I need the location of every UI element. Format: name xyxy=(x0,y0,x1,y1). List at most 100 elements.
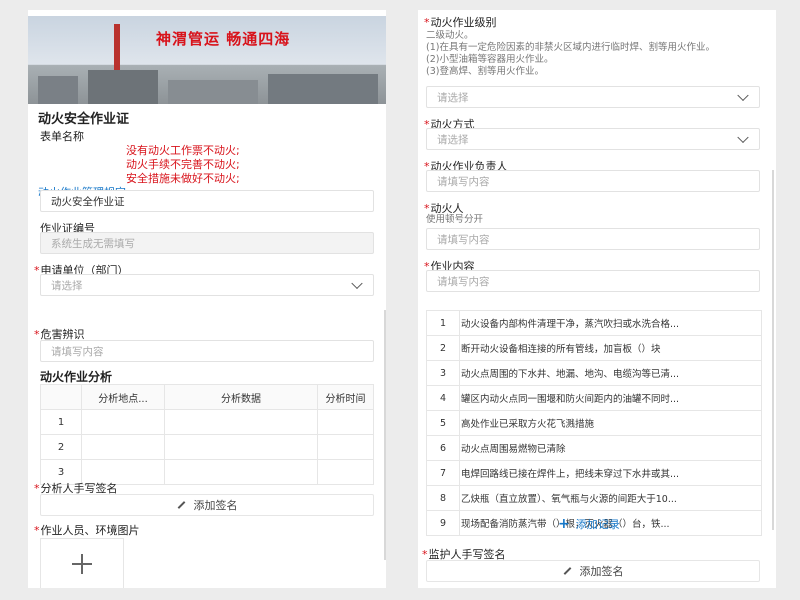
row-text[interactable]: 断开动火设备相连接的所有管线，加盲板（）块 xyxy=(459,335,762,361)
left-panel: 神渭管运 畅通四海 动火安全作业证 表单名称 没有动火工作票不动火; 动火手续不… xyxy=(28,10,386,588)
form-name-field[interactable]: 动火安全作业证 xyxy=(40,190,374,212)
table-row[interactable]: 3 动火点周围的下水井、地漏、地沟、电缆沟等已清... xyxy=(426,360,762,386)
row-text[interactable]: 动火设备内部构件清理干净，蒸汽吹扫或水洗合格... xyxy=(459,310,762,336)
banner-image: 神渭管运 畅通四海 xyxy=(28,16,386,104)
required-mark: * xyxy=(34,482,40,495)
hazard-placeholder: 请填写内容 xyxy=(51,345,104,358)
add-record-button[interactable]: + 添加记录 xyxy=(558,516,620,532)
row-text[interactable]: 罐区内动火点同一围堰和防火间距内的油罐不同时... xyxy=(459,385,762,411)
building-graphic xyxy=(268,74,378,104)
table-cell[interactable] xyxy=(317,409,374,435)
warning-line-3: 安全措施未做好不动火; xyxy=(126,172,240,185)
level-placeholder: 请选择 xyxy=(437,91,469,104)
row-number: 3 xyxy=(426,360,460,386)
level-label: *动火作业级别 xyxy=(424,14,497,30)
form-name-label: 表单名称 xyxy=(40,130,84,143)
table-row[interactable]: 4 罐区内动火点同一围堰和防火间距内的油罐不同时... xyxy=(426,385,762,411)
table-cell[interactable] xyxy=(317,459,374,485)
row-number: 9 xyxy=(426,510,460,536)
table-row[interactable]: 2 断开动火设备相连接的所有管线，加盲板（）块 xyxy=(426,335,762,361)
right-panel: *动火作业级别 二级动火。 (1)在具有一定危险因素的非禁火区域内进行临时焊、割… xyxy=(418,10,776,588)
method-placeholder: 请选择 xyxy=(437,133,469,146)
table-row[interactable]: 5 高处作业已采取方火花飞溅措施 xyxy=(426,410,762,436)
permit-no-placeholder: 系统生成无需填写 xyxy=(51,237,135,250)
add-record-label: 添加记录 xyxy=(575,518,620,531)
form-title: 动火安全作业证 xyxy=(38,112,130,127)
analyst-add-signature-button[interactable]: 添加签名 xyxy=(40,494,374,516)
plus-icon: + xyxy=(558,516,570,532)
table-row[interactable]: 6 动火点周围易燃物已清除 xyxy=(426,435,762,461)
row-number: 2 xyxy=(426,335,460,361)
method-select[interactable]: 请选择 xyxy=(426,128,760,150)
supervisor-add-signature-button[interactable]: 添加签名 xyxy=(426,560,760,582)
analysis-title: 动火作业分析 xyxy=(40,370,113,384)
analysis-header-index xyxy=(40,384,82,410)
table-cell[interactable] xyxy=(164,409,318,435)
row-text[interactable]: 乙炔瓶（直立放置）、氧气瓶与火源的间距大于10... xyxy=(459,485,762,511)
worker-placeholder: 请填写内容 xyxy=(437,233,490,246)
plus-icon xyxy=(72,554,92,574)
worker-hint: 使用顿号分开 xyxy=(426,214,484,225)
level-description: 二级动火。 (1)在具有一定危险因素的非禁火区域内进行临时焊、割等用火作业。 (… xyxy=(426,30,715,78)
form-name-value: 动火安全作业证 xyxy=(51,195,125,208)
content-placeholder: 请填写内容 xyxy=(437,275,490,288)
row-number: 8 xyxy=(426,485,460,511)
row-text[interactable]: 电焊回路线已接在焊件上，把线未穿过下水井或其... xyxy=(459,460,762,486)
required-mark: * xyxy=(34,264,40,277)
required-mark: * xyxy=(424,16,430,29)
table-cell[interactable] xyxy=(317,434,374,460)
applicant-unit-select[interactable]: 请选择 xyxy=(40,274,374,296)
row-number: 5 xyxy=(426,410,460,436)
table-cell[interactable] xyxy=(81,434,165,460)
photos-label-text: 作业人员、环境图片 xyxy=(40,524,140,537)
row-text[interactable]: 动火点周围的下水井、地漏、地沟、电缆沟等已清... xyxy=(459,360,762,386)
checklist-table: 1 动火设备内部构件清理干净，蒸汽吹扫或水洗合格... 2 断开动火设备相连接的所有… xyxy=(426,310,762,536)
level-select[interactable]: 请选择 xyxy=(426,86,760,108)
table-row[interactable]: 1 动火设备内部构件清理干净，蒸汽吹扫或水洗合格... xyxy=(426,310,762,336)
analysis-header-row: 分析地点... 分析数据 分析时间 xyxy=(40,384,374,410)
applicant-unit-placeholder: 请选择 xyxy=(51,279,83,292)
row-index: 1 xyxy=(40,409,82,435)
row-number: 6 xyxy=(426,435,460,461)
owner-placeholder: 请填写内容 xyxy=(437,175,490,188)
analysis-header-location: 分析地点... xyxy=(81,384,165,410)
row-index: 2 xyxy=(40,434,82,460)
table-row[interactable]: 7 电焊回路线已接在焊件上，把线未穿过下水井或其... xyxy=(426,460,762,486)
pen-icon xyxy=(563,567,571,575)
table-cell[interactable] xyxy=(164,434,318,460)
level-desc-line: (1)在具有一定危险因素的非禁火区域内进行临时焊、割等用火作业。 xyxy=(426,42,715,53)
permit-no-field: 系统生成无需填写 xyxy=(40,232,374,254)
chevron-down-icon xyxy=(737,131,749,144)
chevron-down-icon xyxy=(737,89,749,102)
owner-input[interactable]: 请填写内容 xyxy=(426,170,760,192)
row-number: 4 xyxy=(426,385,460,411)
add-photo-button[interactable] xyxy=(40,538,124,588)
banner-slogan: 神渭管运 畅通四海 xyxy=(156,30,291,48)
table-row[interactable]: 2 xyxy=(40,434,374,460)
add-signature-label: 添加签名 xyxy=(579,565,624,578)
row-text[interactable]: 动火点周围易燃物已清除 xyxy=(459,435,762,461)
table-cell[interactable] xyxy=(81,409,165,435)
add-signature-label: 添加签名 xyxy=(193,499,238,512)
building-graphic xyxy=(38,76,78,104)
level-label-text: 动火作业级别 xyxy=(430,16,497,29)
scrollbar[interactable] xyxy=(384,310,386,560)
scrollbar[interactable] xyxy=(772,170,774,530)
required-mark: * xyxy=(34,524,40,537)
level-desc-line: (2)小型油箱等容器用火作业。 xyxy=(426,54,554,65)
row-number: 7 xyxy=(426,460,460,486)
worker-input[interactable]: 请填写内容 xyxy=(426,228,760,250)
building-graphic xyxy=(88,70,158,104)
row-text[interactable]: 高处作业已采取方火花飞溅措施 xyxy=(459,410,762,436)
analysis-table: 分析地点... 分析数据 分析时间 1 2 3 xyxy=(40,384,374,485)
table-row[interactable]: 8 乙炔瓶（直立放置）、氧气瓶与火源的间距大于10... xyxy=(426,485,762,511)
pen-icon xyxy=(177,501,185,509)
level-desc-line: (3)登高焊、割等用火作业。 xyxy=(426,66,544,77)
table-row[interactable]: 1 xyxy=(40,409,374,435)
hazard-input[interactable]: 请填写内容 xyxy=(40,340,374,362)
building-graphic xyxy=(168,80,258,104)
content-input[interactable]: 请填写内容 xyxy=(426,270,760,292)
analysis-header-data: 分析数据 xyxy=(164,384,318,410)
table-cell[interactable] xyxy=(164,459,318,485)
chevron-down-icon xyxy=(351,277,363,290)
